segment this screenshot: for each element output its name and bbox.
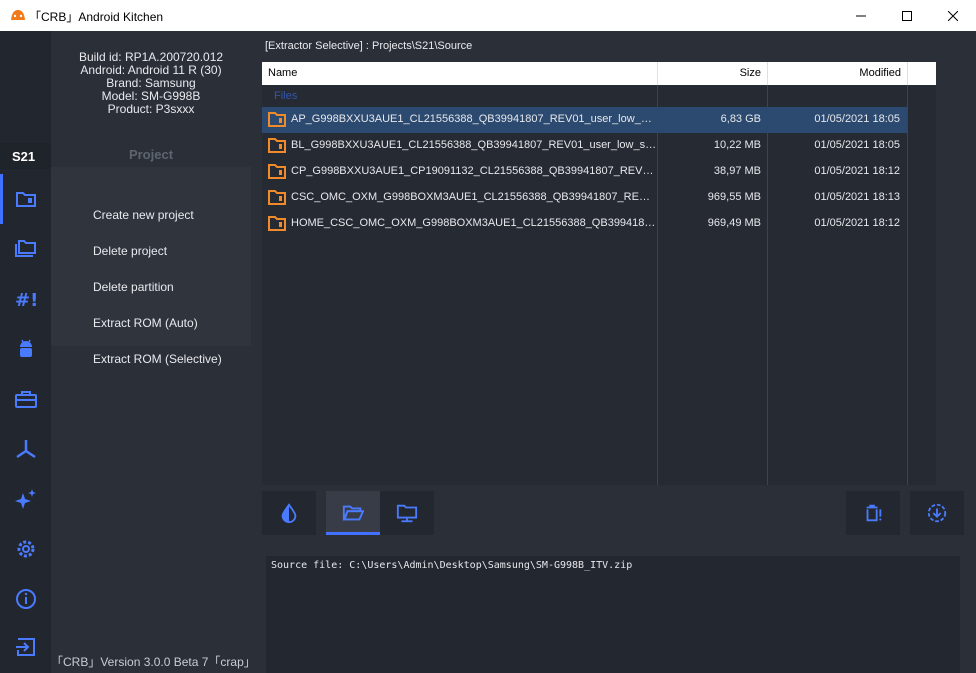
tree-icon xyxy=(16,440,36,459)
file-modified: 01/05/2021 18:12 xyxy=(814,165,900,177)
nav-android[interactable] xyxy=(13,336,39,362)
log-console: Source file: C:\Users\Admin\Desktop\Sams… xyxy=(266,556,960,673)
grid-header: Name Size Modified xyxy=(262,62,936,85)
nav-info[interactable] xyxy=(13,586,39,612)
folder-network-icon xyxy=(396,504,418,523)
file-modified: 01/05/2021 18:12 xyxy=(814,217,900,229)
menu-item-label: Delete project xyxy=(93,244,168,258)
file-size: 969,49 MB xyxy=(707,217,761,229)
table-row[interactable]: CSC_OMC_OXM_G998BOXM3AUE1_CL21556388_QB3… xyxy=(262,185,907,211)
nav-exit[interactable] xyxy=(13,634,39,660)
hash-icon: #! xyxy=(15,290,38,311)
close-icon xyxy=(948,10,958,21)
folder-icon xyxy=(268,190,286,205)
menu-item-label: Delete partition xyxy=(93,280,174,294)
file-name: BL_G998BXXU3AUE1_CL21556388_QB39941807_R… xyxy=(291,139,657,151)
table-row[interactable]: AP_G998BXXU3AUE1_CL21556388_QB39941807_R… xyxy=(262,107,907,133)
gear-icon xyxy=(17,540,35,558)
minimize-button[interactable] xyxy=(838,0,884,31)
file-modified: 01/05/2021 18:05 xyxy=(814,113,900,125)
extract-button[interactable] xyxy=(910,491,964,535)
maximize-button[interactable] xyxy=(884,0,930,31)
menu-item-label: Extract ROM (Selective) xyxy=(93,352,222,366)
column-divider xyxy=(907,85,908,485)
tab-underline xyxy=(326,532,380,535)
column-modified[interactable]: Modified xyxy=(768,62,908,85)
nav-folders[interactable] xyxy=(13,236,39,262)
menu-item-extract-auto[interactable]: Extract ROM (Auto) xyxy=(51,305,251,341)
nav-active-indicator xyxy=(0,174,3,224)
menu-item-extract-selective[interactable]: Extract ROM (Selective) xyxy=(51,341,251,377)
minimize-icon xyxy=(856,15,866,16)
trash-icon xyxy=(866,504,882,522)
file-size: 6,83 GB xyxy=(720,113,761,125)
file-name: AP_G998BXXU3AUE1_CL21556388_QB39941807_R… xyxy=(291,113,657,125)
file-modified: 01/05/2021 18:13 xyxy=(814,191,900,203)
nav-sparkle[interactable] xyxy=(13,486,39,512)
folder-open-icon xyxy=(342,505,364,521)
title-bar: 「CRB」Android Kitchen xyxy=(0,0,976,31)
project-select-value: S21 xyxy=(12,149,36,164)
android-icon xyxy=(20,339,32,357)
info-icon xyxy=(16,589,36,609)
menu-item-delete-project[interactable]: Delete project xyxy=(51,233,251,269)
file-name: CP_G998BXXU3AUE1_CP19091132_CL21556388_Q… xyxy=(291,165,657,177)
menu-item-label: Extract ROM (Auto) xyxy=(93,316,198,330)
close-button[interactable] xyxy=(930,0,976,31)
table-row[interactable]: HOME_CSC_OMC_OXM_G998BOXM3AUE1_CL2155638… xyxy=(262,211,907,237)
column-name[interactable]: Name xyxy=(262,62,658,85)
column-size[interactable]: Size xyxy=(658,62,768,85)
table-row[interactable]: CP_G998BXXU3AUE1_CP19091132_CL21556388_Q… xyxy=(262,159,907,185)
product: Product: P3sxxx xyxy=(107,102,195,116)
folder-icon xyxy=(268,216,286,231)
group-label: Files xyxy=(274,90,298,102)
file-grid: Name Size Modified Files AP_G998BXXU3AUE… xyxy=(262,62,936,485)
window-title: 「CRB」Android Kitchen xyxy=(29,10,164,24)
file-size: 38,97 MB xyxy=(713,165,761,177)
exit-icon xyxy=(16,638,35,656)
sparkle-icon xyxy=(15,489,36,509)
table-row[interactable]: BL_G998BXXU3AUE1_CL21556388_QB39941807_R… xyxy=(262,133,907,159)
folder-icon xyxy=(268,164,286,179)
theme-button[interactable] xyxy=(262,491,316,535)
nav-project[interactable] xyxy=(13,186,39,212)
log-text: Source file: C:\Users\Admin\Desktop\Sams… xyxy=(271,560,633,571)
nav-toolbox[interactable] xyxy=(13,386,39,412)
folder-icon xyxy=(268,138,286,153)
toolbox-icon xyxy=(15,391,37,408)
extractor-path: [Extractor Selective] : Projects\S21\Sou… xyxy=(265,40,473,52)
left-panel-empty xyxy=(51,377,251,673)
file-modified: 01/05/2021 18:05 xyxy=(814,139,900,151)
file-size: 10,22 MB xyxy=(713,139,761,151)
nav-hash[interactable]: #! xyxy=(13,286,39,312)
file-name: CSC_OMC_OXM_G998BOXM3AUE1_CL21556388_QB3… xyxy=(291,191,657,203)
nav-tree[interactable] xyxy=(13,436,39,462)
menu-item-create-project[interactable]: Create new project xyxy=(51,197,251,233)
svg-text:#!: #! xyxy=(15,290,38,311)
menu-header: Project xyxy=(51,143,251,167)
nav-rail: #! xyxy=(0,31,51,673)
folder-icon xyxy=(268,112,286,127)
file-size: 969,55 MB xyxy=(707,191,761,203)
menu-item-delete-partition[interactable]: Delete partition xyxy=(51,269,251,305)
nav-settings[interactable] xyxy=(13,536,39,562)
version-label: 「CRB」Version 3.0.0 Beta 7「crap」 xyxy=(51,655,256,669)
crb-icon xyxy=(11,10,25,20)
folders-icon xyxy=(15,240,36,257)
open-folder-button[interactable] xyxy=(326,491,380,535)
device-info: Build id: RP1A.200720.012 Android: Andro… xyxy=(51,51,251,116)
project-icon xyxy=(16,192,36,207)
menu-item-label: Create new project xyxy=(93,208,194,222)
file-name: HOME_CSC_OMC_OXM_G998BOXM3AUE1_CL2155638… xyxy=(291,217,657,229)
maximize-icon xyxy=(902,10,912,21)
network-folder-button[interactable] xyxy=(380,491,434,535)
delete-button[interactable] xyxy=(846,491,900,535)
contrast-icon xyxy=(281,503,297,524)
download-circle-icon xyxy=(927,503,947,523)
